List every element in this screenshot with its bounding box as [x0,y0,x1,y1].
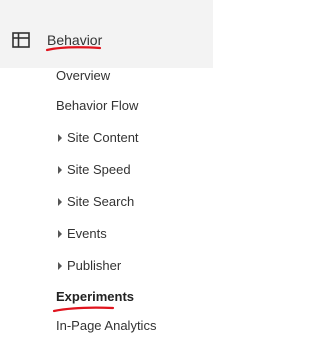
menu-item-overview[interactable]: Overview [56,66,110,86]
menu-item-site-search[interactable]: Site Search [58,192,134,212]
sidebar-section-behavior[interactable]: Behavior [0,0,213,68]
menu-item-site-speed[interactable]: Site Speed [58,160,131,180]
menu-item-label: Experiments [56,289,135,304]
menu-item-label: In-Page Analytics [56,318,157,333]
caret-right-icon [58,230,62,238]
annotation-underline [52,306,115,313]
menu-item-label: Events [67,226,107,241]
menu-item-site-content[interactable]: Site Content [58,128,139,148]
menu-item-label: Publisher [67,258,122,273]
annotation-underline [45,46,102,52]
menu-item-behavior-flow[interactable]: Behavior Flow [56,96,138,116]
menu-item-label: Behavior Flow [56,98,139,113]
menu-item-in-page-analytics[interactable]: In-Page Analytics [56,316,156,336]
menu-item-label: Site Search [67,194,135,209]
menu-item-events[interactable]: Events [58,224,107,244]
caret-right-icon [58,134,62,142]
menu-item-publisher[interactable]: Publisher [58,256,121,276]
caret-right-icon [58,262,62,270]
menu-item-label: Site Speed [67,162,131,177]
menu-item-label: Overview [56,68,111,83]
layout-grid-icon [12,32,30,48]
caret-right-icon [58,198,62,206]
caret-right-icon [58,166,62,174]
menu-item-label: Site Content [67,130,139,145]
menu-item-experiments[interactable]: Experiments [56,287,134,307]
